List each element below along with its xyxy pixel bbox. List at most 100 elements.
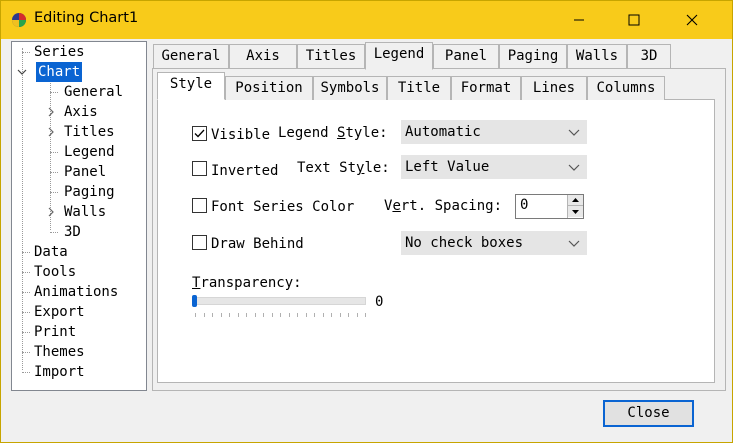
slider-tick <box>263 313 264 317</box>
tree-item-axis[interactable]: Axis <box>64 102 98 122</box>
chevron-down-icon <box>568 129 580 136</box>
tab-symbols[interactable]: Symbols <box>313 76 387 100</box>
slider-tick <box>254 313 256 317</box>
transparency-slider-track[interactable] <box>193 297 366 305</box>
tab-lines[interactable]: Lines <box>521 76 587 100</box>
slider-tick <box>339 313 341 317</box>
slider-tick <box>297 313 298 317</box>
tree-item-data[interactable]: Data <box>34 242 68 262</box>
caret-up-icon <box>572 198 579 202</box>
check-boxes-select[interactable]: No check boxes <box>401 231 587 255</box>
font-series-color-checkbox[interactable] <box>192 198 207 213</box>
tab-axis[interactable]: Axis <box>229 44 297 68</box>
visible-label: Visible <box>211 127 271 143</box>
close-icon <box>686 14 698 26</box>
chevron-down-icon <box>568 240 580 247</box>
chevron-down-icon <box>568 164 580 171</box>
tree-item-titles[interactable]: Titles <box>64 122 115 142</box>
tree-item-general[interactable]: General <box>64 82 123 102</box>
slider-tick <box>288 313 290 317</box>
tree-item-3d[interactable]: 3D <box>64 222 81 242</box>
text-style-value: Left Value <box>405 159 490 175</box>
transparency-value: 0 <box>375 294 384 310</box>
tab-columns[interactable]: Columns <box>587 76 665 100</box>
tree-item-paging[interactable]: Paging <box>64 182 115 202</box>
tab-title[interactable]: Title <box>387 76 451 100</box>
spin-down-button[interactable] <box>568 206 583 217</box>
tree-item-series[interactable]: Series <box>34 42 85 62</box>
tab-style[interactable]: Style <box>157 72 225 100</box>
slider-tick <box>356 313 358 317</box>
chevron-down-icon[interactable] <box>17 67 27 77</box>
tab-walls[interactable]: Walls <box>567 44 627 68</box>
transparency-slider-thumb[interactable] <box>192 295 197 307</box>
slider-tick <box>203 313 205 317</box>
tab-titles[interactable]: Titles <box>297 44 365 68</box>
legend-style-label: Legend Style: <box>278 125 388 141</box>
tree-item-animations[interactable]: Animations <box>34 282 118 302</box>
maximize-icon <box>628 14 640 26</box>
caret-down-icon <box>572 209 579 214</box>
check-boxes-value: No check boxes <box>405 235 524 251</box>
tree-item-chart[interactable]: Chart <box>36 62 83 82</box>
title-bar: Editing Chart1 <box>1 1 732 39</box>
tree-item-walls[interactable]: Walls <box>64 202 106 222</box>
slider-tick <box>314 313 315 317</box>
chart-app-icon <box>12 13 26 27</box>
slider-tick <box>195 313 196 317</box>
transparency-label: Transparency: <box>192 275 302 291</box>
spin-up-button[interactable] <box>568 195 583 206</box>
tree-line <box>22 48 23 370</box>
chevron-right-icon[interactable] <box>46 127 56 137</box>
slider-tick <box>246 313 247 317</box>
chevron-right-icon[interactable] <box>46 207 56 217</box>
maximize-button[interactable] <box>611 1 657 39</box>
slider-tick <box>322 313 324 317</box>
tree-item-export[interactable]: Export <box>34 302 85 322</box>
text-style-label: Text Style: <box>297 160 390 176</box>
font-series-color-label: Font Series Color <box>211 199 355 215</box>
draw-behind-checkbox[interactable] <box>192 235 207 250</box>
slider-tick <box>212 313 213 317</box>
tab-panel[interactable]: Panel <box>433 44 499 68</box>
slider-tick <box>220 313 222 317</box>
inverted-label: Inverted <box>211 163 279 179</box>
slider-tick <box>305 313 307 317</box>
tree-item-tools[interactable]: Tools <box>34 262 76 282</box>
chevron-right-icon[interactable] <box>46 107 56 117</box>
checkmark-icon <box>194 129 205 138</box>
vert-spacing-label: Vert. Spacing: <box>384 198 503 214</box>
legend-style-value: Automatic <box>405 124 481 140</box>
text-style-select[interactable]: Left Value <box>401 155 587 179</box>
minimize-button[interactable] <box>556 1 602 39</box>
slider-tick <box>280 313 281 317</box>
window-title: Editing Chart1 <box>34 10 139 26</box>
tab-3d[interactable]: 3D <box>627 44 671 68</box>
tab-position[interactable]: Position <box>225 76 313 100</box>
legend-style-select[interactable]: Automatic <box>401 120 587 144</box>
editor-tree[interactable]: Series Chart General Axis Titles Legend … <box>11 41 147 391</box>
visible-checkbox[interactable] <box>192 126 207 141</box>
vert-spacing-value: 0 <box>520 197 529 213</box>
tree-item-themes[interactable]: Themes <box>34 342 85 362</box>
tree-item-legend[interactable]: Legend <box>64 142 115 162</box>
tree-item-print[interactable]: Print <box>34 322 76 342</box>
slider-tick <box>348 313 349 317</box>
tab-format[interactable]: Format <box>451 76 521 100</box>
tree-item-import[interactable]: Import <box>34 362 85 382</box>
inverted-checkbox[interactable] <box>192 161 207 176</box>
minimize-icon <box>574 19 584 21</box>
close-window-button[interactable] <box>669 1 715 39</box>
slider-tick <box>229 313 230 317</box>
draw-behind-label: Draw Behind <box>211 236 304 252</box>
tab-paging[interactable]: Paging <box>499 44 567 68</box>
close-button[interactable]: Close <box>603 400 694 427</box>
editor-window: Editing Chart1 Series Chart General Axis… <box>0 0 733 443</box>
tab-general[interactable]: General <box>153 44 229 68</box>
vert-spacing-spinner[interactable]: 0 <box>515 194 584 219</box>
tab-legend[interactable]: Legend <box>365 42 433 70</box>
tree-item-panel[interactable]: Panel <box>64 162 106 182</box>
slider-tick <box>331 313 332 317</box>
slider-tick <box>271 313 273 317</box>
slider-tick <box>237 313 239 317</box>
